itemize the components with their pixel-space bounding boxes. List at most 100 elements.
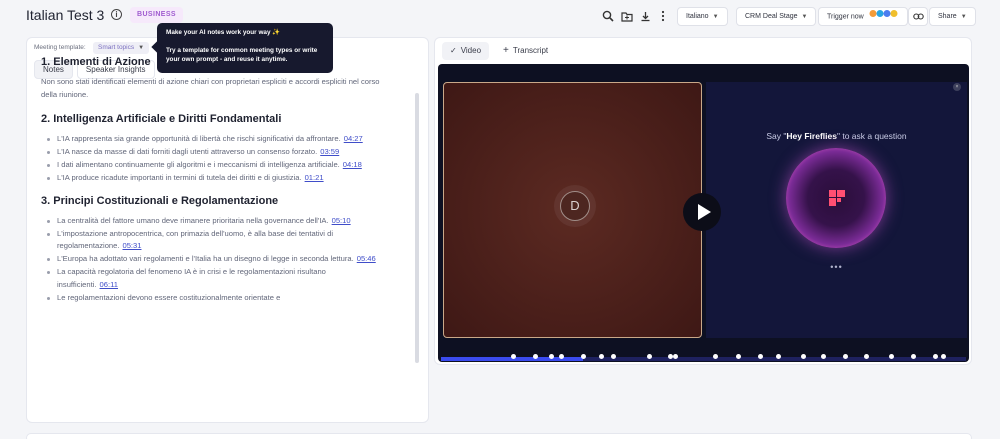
timestamp-link[interactable]: 06:11 xyxy=(100,280,118,289)
notes-scrollbar[interactable] xyxy=(415,93,419,363)
timestamp-link[interactable]: 05:31 xyxy=(122,241,141,250)
tooltip-title: Make your AI notes work your way ✨ xyxy=(166,29,281,36)
timeline-marker[interactable] xyxy=(758,354,763,359)
timeline-marker[interactable] xyxy=(889,354,894,359)
timeline-marker[interactable] xyxy=(559,354,564,359)
timeline-marker[interactable] xyxy=(599,354,604,359)
timestamp-link[interactable]: 05:10 xyxy=(332,216,351,225)
trigger-now-label: Trigger now xyxy=(827,13,864,21)
search-icon[interactable] xyxy=(601,9,615,23)
plan-badge: BUSINESS xyxy=(130,7,183,23)
timeline-marker[interactable] xyxy=(533,354,538,359)
link-icon xyxy=(912,13,924,20)
more-vertical-icon[interactable] xyxy=(656,9,670,23)
list-item: La capacità regolatoria del fenomeno IA … xyxy=(41,266,381,291)
bullet-list: La centralità del fattore umano deve rim… xyxy=(41,215,381,305)
share-button[interactable]: Share ▼ xyxy=(929,7,976,26)
meeting-template-value: Smart topics xyxy=(98,44,135,51)
timeline-marker[interactable] xyxy=(647,354,652,359)
chevron-down-icon: ▼ xyxy=(712,14,719,20)
section-title: 3. Principi Costituzionali e Regolamenta… xyxy=(41,194,279,207)
timestamp-link[interactable]: 01:21 xyxy=(305,173,324,182)
folder-icon[interactable] xyxy=(620,9,634,23)
crm-deal-stage-select[interactable]: CRM Deal Stage ▼ xyxy=(736,7,817,26)
list-item: I dati alimentano continuamente gli algo… xyxy=(41,159,381,172)
media-tabs: ✓ Video + Transcript xyxy=(442,42,556,60)
video-timeline[interactable] xyxy=(441,354,966,361)
bullet-list: L'IA rappresenta sia grande opportunità … xyxy=(41,133,381,185)
timeline-marker[interactable] xyxy=(821,354,826,359)
ai-notes-tooltip: Make your AI notes work your way ✨ Try a… xyxy=(157,23,333,73)
timeline-marker[interactable] xyxy=(611,354,616,359)
integration-icons xyxy=(869,8,899,25)
list-item: L'Europa ha adottato vari regolamenti e … xyxy=(41,253,381,266)
meeting-template-label: Meeting template: xyxy=(34,44,86,51)
video-player[interactable]: D Say "Hey Fireflies" to ask a question … xyxy=(438,64,969,362)
plus-icon: + xyxy=(503,45,509,56)
chevron-down-icon: ▼ xyxy=(138,45,145,51)
fireflies-tile: Say "Hey Fireflies" to ask a question ••… xyxy=(706,82,967,338)
close-icon[interactable]: × xyxy=(953,83,961,91)
timeline-marker[interactable] xyxy=(511,354,516,359)
fireflies-prompt-suffix: " to ask a question xyxy=(836,131,907,141)
list-item: Le regolamentazioni devono essere costit… xyxy=(41,292,381,305)
bottom-panel xyxy=(26,433,972,439)
tab-transcript[interactable]: + Transcript xyxy=(495,42,556,60)
section-text: Non sono stati identificati elementi di … xyxy=(41,77,380,99)
list-item: L'IA nasce da masse di dati forniti dagl… xyxy=(41,146,381,159)
participant-tile: D xyxy=(443,82,702,338)
chevron-down-icon: ▼ xyxy=(960,14,967,20)
list-item: L'IA rappresenta sia grande opportunità … xyxy=(41,133,381,146)
list-item: L'IA produce ricadute importanti in term… xyxy=(41,172,381,185)
list-item-text: L'IA produce ricadute importanti in term… xyxy=(57,173,302,182)
avatar-ring: D xyxy=(554,185,596,227)
meeting-template-select[interactable]: Smart topics ▼ xyxy=(93,42,150,54)
timeline-marker[interactable] xyxy=(713,354,718,359)
fireflies-prompt-prefix: Say " xyxy=(766,131,787,141)
tab-transcript-label: Transcript xyxy=(512,46,549,55)
tooltip-body: Try a template for common meeting types … xyxy=(166,47,318,63)
copy-link-button[interactable] xyxy=(908,7,928,26)
timeline-marker[interactable] xyxy=(911,354,916,359)
list-item-text: Le regolamentazioni devono essere costit… xyxy=(57,292,281,302)
timeline-marker[interactable] xyxy=(549,354,554,359)
media-panel: ✓ Video + Transcript D Say "Hey Fireflies"… xyxy=(434,37,972,365)
list-item-text: La centralità del fattore umano deve rim… xyxy=(57,215,329,225)
timeline-marker[interactable] xyxy=(673,354,678,359)
check-icon: ✓ xyxy=(450,46,457,55)
more-dots-icon: ••• xyxy=(830,262,843,272)
list-item: L'impostazione antropocentrica, con prim… xyxy=(41,228,381,253)
share-label: Share xyxy=(938,13,957,20)
meeting-title[interactable]: Italian Test 3 xyxy=(26,7,104,23)
fireflies-logo-icon xyxy=(829,190,845,206)
timeline-marker[interactable] xyxy=(941,354,946,359)
timeline-marker[interactable] xyxy=(776,354,781,359)
timeline-marker[interactable] xyxy=(581,354,586,359)
timeline-marker[interactable] xyxy=(864,354,869,359)
timestamp-link[interactable]: 03:59 xyxy=(320,147,339,156)
language-select[interactable]: Italiano ▼ xyxy=(677,7,728,26)
list-item-text: I dati alimentano continuamente gli algo… xyxy=(57,160,340,169)
tab-video-label: Video xyxy=(460,46,482,55)
play-button[interactable] xyxy=(683,193,721,231)
tab-video[interactable]: ✓ Video xyxy=(442,42,490,60)
trigger-now-button[interactable]: Trigger now xyxy=(818,7,908,26)
crm-deal-stage-label: CRM Deal Stage xyxy=(745,13,798,20)
notes-content: 1. Elementi di Azione Non sono stati ide… xyxy=(41,56,381,314)
download-icon[interactable] xyxy=(638,9,652,23)
timestamp-link[interactable]: 04:18 xyxy=(343,160,362,169)
chevron-down-icon: ▼ xyxy=(801,14,808,20)
list-item: La centralità del fattore umano deve rim… xyxy=(41,215,381,228)
timeline-marker[interactable] xyxy=(933,354,938,359)
timeline-marker[interactable] xyxy=(801,354,806,359)
language-label: Italiano xyxy=(686,13,709,20)
fireflies-wake-word: Hey Fireflies xyxy=(786,131,837,141)
timestamp-link[interactable]: 04:27 xyxy=(344,134,363,143)
timeline-marker[interactable] xyxy=(736,354,741,359)
timestamp-link[interactable]: 05:46 xyxy=(357,254,376,263)
section-title: 2. Intelligenza Artificiale e Diritti Fo… xyxy=(41,113,282,125)
list-item-text: La capacità regolatoria del fenomeno IA … xyxy=(57,267,326,289)
timeline-marker[interactable] xyxy=(843,354,848,359)
list-item-text: L'IA nasce da masse di dati forniti dagl… xyxy=(57,147,318,156)
info-icon[interactable]: i xyxy=(111,9,122,20)
